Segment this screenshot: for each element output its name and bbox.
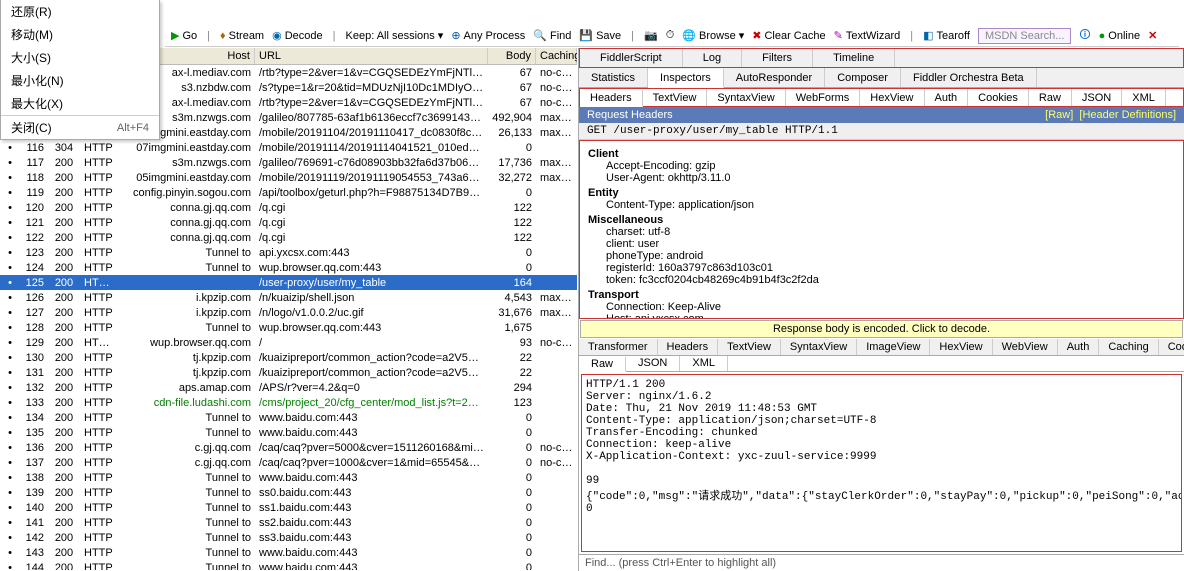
header-definitions-link[interactable]: [Header Definitions]	[1079, 109, 1176, 121]
tab-syntaxview[interactable]: SyntaxView	[707, 89, 785, 106]
screenshot-icon[interactable]: 📷	[644, 29, 658, 42]
tab-cookies[interactable]: Cookies	[1159, 339, 1184, 355]
help-icon[interactable]: 🛈	[1079, 26, 1090, 45]
tab-xml[interactable]: XML	[1122, 89, 1166, 106]
tab-filters[interactable]: Filters	[742, 49, 813, 67]
session-row[interactable]: •134200HTTPTunnel towww.baidu.com:4430	[0, 410, 577, 425]
session-row[interactable]: •126200HTTPi.kpzip.com/n/kuaizip/shell.j…	[0, 290, 577, 305]
menu-item[interactable]: 关闭(C)Alt+F4	[1, 115, 159, 139]
session-row[interactable]: •143200HTTPTunnel towww.baidu.com:4430	[0, 545, 577, 560]
close-x-icon[interactable]: ✕	[1148, 29, 1157, 42]
save-button[interactable]: 💾 Save	[579, 29, 621, 42]
tab-hexview[interactable]: HexView	[930, 339, 992, 355]
any-process-button[interactable]: ⊕ Any Process	[451, 29, 525, 42]
tab-transformer[interactable]: Transformer	[579, 339, 658, 355]
stream-button[interactable]: ♦ Stream	[220, 30, 264, 42]
inspector-panel: FiddlerScriptLogFiltersTimeline Statisti…	[578, 48, 1184, 571]
tab-fiddlerscript[interactable]: FiddlerScript	[580, 49, 683, 67]
session-row[interactable]: •130200HTTPtj.kpzip.com/kuaizipreport/co…	[0, 350, 577, 365]
online-indicator[interactable]: ● Online	[1099, 30, 1140, 42]
tab-headers[interactable]: Headers	[658, 339, 719, 355]
session-row[interactable]: •127200HTTPi.kpzip.com/n/logo/v1.0.0.2/u…	[0, 305, 577, 320]
tab-raw[interactable]: Raw	[1029, 89, 1072, 106]
tab-caching[interactable]: Caching	[1099, 339, 1158, 355]
keep-dropdown[interactable]: Keep: All sessions ▾	[346, 29, 444, 42]
session-row[interactable]: •125200HTTPS/user-proxy/user/my_table164	[0, 275, 577, 290]
tab-autoresponder[interactable]: AutoResponder	[724, 68, 825, 87]
menu-item[interactable]: 最小化(N)	[1, 69, 159, 92]
window-context-menu[interactable]: 还原(R)移动(M)大小(S)最小化(N)最大化(X)关闭(C)Alt+F4	[0, 0, 160, 140]
session-row[interactable]: •120200HTTPconna.gj.qq.com/q.cgi122	[0, 200, 577, 215]
decode-button[interactable]: ◉ Decode	[272, 29, 323, 42]
col-url[interactable]: URL	[255, 48, 488, 64]
tab-hexview[interactable]: HexView	[860, 89, 924, 106]
request-line: GET /user-proxy/user/my_table HTTP/1.1	[579, 123, 1184, 140]
menu-item[interactable]: 还原(R)	[1, 0, 159, 23]
tab-json[interactable]: JSON	[1072, 89, 1122, 106]
session-row[interactable]: •135200HTTPTunnel towww.baidu.com:4430	[0, 425, 577, 440]
tab-webview[interactable]: WebView	[993, 339, 1058, 355]
tab-log[interactable]: Log	[683, 49, 742, 67]
tab-fiddler-orchestra-beta[interactable]: Fiddler Orchestra Beta	[901, 68, 1037, 87]
session-row[interactable]: •140200HTTPTunnel toss1.baidu.com:4430	[0, 500, 577, 515]
tab-textview[interactable]: TextView	[643, 89, 708, 106]
raw-link[interactable]: [Raw]	[1045, 109, 1073, 121]
go-button[interactable]: ▶ Go	[171, 29, 197, 42]
menu-item[interactable]: 最大化(X)	[1, 92, 159, 115]
tab-xml[interactable]: XML	[680, 356, 728, 371]
tab-webforms[interactable]: WebForms	[786, 89, 861, 106]
browse-button[interactable]: 🌐 Browse ▾	[682, 29, 744, 42]
session-row[interactable]: •139200HTTPTunnel toss0.baidu.com:4430	[0, 485, 577, 500]
session-row[interactable]: •116304HTTP07imgmini.eastday.com/mobile/…	[0, 140, 577, 155]
tearoff-button[interactable]: ◧ Tearoff	[923, 29, 970, 42]
session-row[interactable]: •144200HTTPTunnel towww.baidu.com:4430	[0, 560, 577, 570]
tab-json[interactable]: JSON	[626, 356, 680, 371]
main-toolbar: ▶ Go | ♦ Stream ◉ Decode | Keep: All ses…	[165, 25, 1179, 47]
session-row[interactable]: •118200HTTP05imgmini.eastday.com/mobile/…	[0, 170, 577, 185]
tab-timeline[interactable]: Timeline	[813, 49, 895, 67]
clear-cache-button[interactable]: ✖ Clear Cache	[752, 29, 825, 42]
tab-composer[interactable]: Composer	[825, 68, 901, 87]
tab-inspectors[interactable]: Inspectors	[648, 69, 724, 88]
tab-textview[interactable]: TextView	[718, 339, 781, 355]
session-row[interactable]: •122200HTTPconna.gj.qq.com/q.cgi122	[0, 230, 577, 245]
session-row[interactable]: •119200HTTPconfig.pinyin.sogou.com/api/t…	[0, 185, 577, 200]
request-headers-bar: Request Headers [Raw] [Header Definition…	[579, 107, 1184, 123]
session-row[interactable]: •136200HTTPc.gj.qq.com/caq/caq?pver=5000…	[0, 440, 577, 455]
tab-headers[interactable]: Headers	[580, 90, 643, 107]
session-row[interactable]: •132200HTTPaps.amap.com/APS/r?ver=4.2&q=…	[0, 380, 577, 395]
session-row[interactable]: •129200HTTPSwup.browser.qq.com/93no-cach…	[0, 335, 577, 350]
find-button[interactable]: 🔍 Find	[533, 29, 571, 42]
msdn-search-input[interactable]: MSDN Search...	[978, 28, 1071, 44]
find-bar[interactable]: Find... (press Ctrl+Enter to highlight a…	[579, 554, 1184, 571]
tab-syntaxview[interactable]: SyntaxView	[781, 339, 857, 355]
timer-icon[interactable]: ⏱	[666, 29, 675, 42]
tab-imageview[interactable]: ImageView	[857, 339, 930, 355]
session-row[interactable]: •121200HTTPconna.gj.qq.com/q.cgi122	[0, 215, 577, 230]
session-row[interactable]: •124200HTTPTunnel towup.browser.qq.com:4…	[0, 260, 577, 275]
session-row[interactable]: •141200HTTPTunnel toss2.baidu.com:4430	[0, 515, 577, 530]
session-row[interactable]: •117200HTTPs3m.nzwgs.com/galileo/769691-…	[0, 155, 577, 170]
tab-auth[interactable]: Auth	[925, 89, 969, 106]
session-row[interactable]: •128200HTTPTunnel towup.browser.qq.com:4…	[0, 320, 577, 335]
tab-auth[interactable]: Auth	[1058, 339, 1100, 355]
col-body[interactable]: Body	[488, 48, 536, 64]
session-row[interactable]: •133200HTTPcdn-file.ludashi.com/cms/proj…	[0, 395, 577, 410]
session-row[interactable]: •137200HTTPc.gj.qq.com/caq/caq?pver=1000…	[0, 455, 577, 470]
textwizard-button[interactable]: ✎ TextWizard	[834, 29, 901, 42]
request-headers-tree: ClientAccept-Encoding: gzipUser-Agent: o…	[579, 140, 1184, 319]
tab-raw[interactable]: Raw	[579, 357, 626, 372]
tab-statistics[interactable]: Statistics	[579, 68, 648, 87]
col-cache[interactable]: Caching	[536, 48, 577, 64]
session-row[interactable]: •131200HTTPtj.kpzip.com/kuaizipreport/co…	[0, 365, 577, 380]
response-raw[interactable]: HTTP/1.1 200 Server: nginx/1.6.2 Date: T…	[581, 374, 1182, 553]
session-row[interactable]: •138200HTTPTunnel towww.baidu.com:4430	[0, 470, 577, 485]
decode-banner[interactable]: Response body is encoded. Click to decod…	[580, 320, 1183, 338]
menu-item[interactable]: 大小(S)	[1, 46, 159, 69]
tab-cookies[interactable]: Cookies	[968, 89, 1029, 106]
session-row[interactable]: •123200HTTPTunnel toapi.yxcsx.com:4430	[0, 245, 577, 260]
session-row[interactable]: •142200HTTPTunnel toss3.baidu.com:4430	[0, 530, 577, 545]
menu-item[interactable]: 移动(M)	[1, 23, 159, 46]
